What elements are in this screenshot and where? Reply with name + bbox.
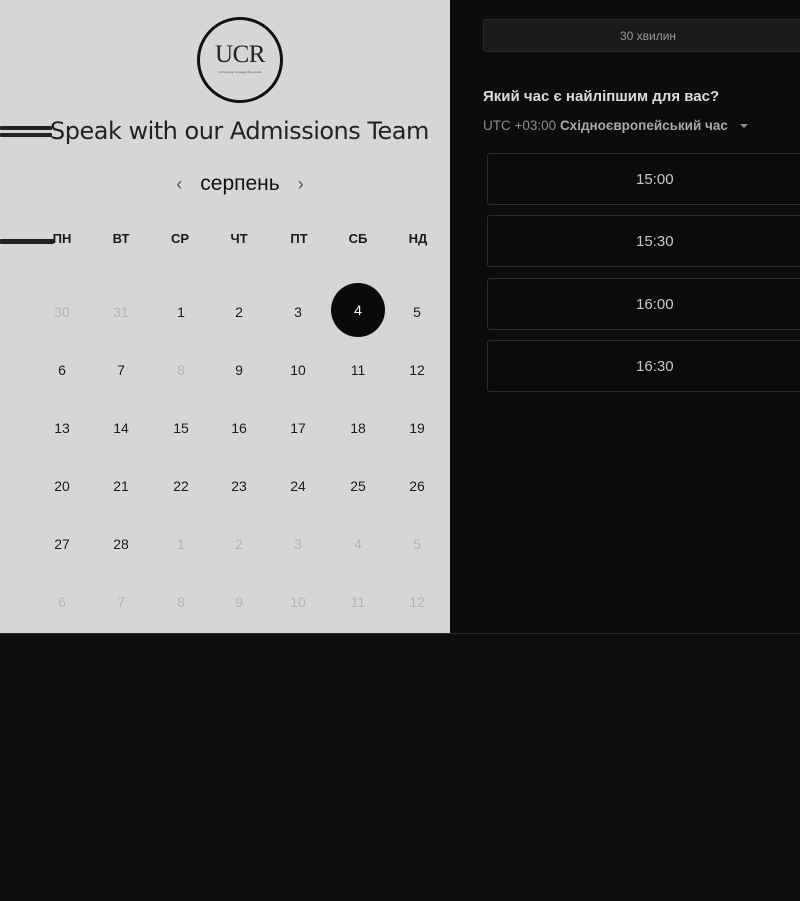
calendar-day: 8 <box>177 362 185 378</box>
calendar-day[interactable]: 21 <box>94 459 148 513</box>
page-title: Speak with our Admissions Team <box>50 117 429 145</box>
calendar-day: 1 <box>177 536 185 552</box>
calendar-day[interactable]: 18 <box>331 401 385 455</box>
calendar-day: 2 <box>235 536 243 552</box>
calendar-day: 12 <box>409 594 425 610</box>
calendar-day[interactable]: 12 <box>390 343 444 397</box>
weekday-thu: ЧТ <box>230 231 248 246</box>
calendar-day[interactable]: 24 <box>271 459 325 513</box>
calendar-day[interactable]: 28 <box>94 517 148 571</box>
calendar-day[interactable]: 2 <box>212 285 266 339</box>
calendar-day[interactable]: 23 <box>212 459 266 513</box>
timezone-name: Східноєвропейський час <box>559 118 728 133</box>
time-question-heading: Який час є найліпшим для вас? <box>483 88 720 105</box>
calendar-day[interactable]: 10 <box>271 343 325 397</box>
calendar-day: 11 <box>350 594 366 610</box>
calendar-day[interactable]: 17 <box>271 401 325 455</box>
calendar-day[interactable]: 3 <box>271 285 325 339</box>
calendar-day: 5 <box>413 536 421 552</box>
weekday-sat: СБ <box>348 231 368 246</box>
duration-selector[interactable]: 30 хвилин <box>483 19 800 52</box>
calendar-day: 30 <box>54 304 70 320</box>
calendar-day[interactable]: 5 <box>390 285 444 339</box>
empty-backdrop <box>0 633 800 901</box>
calendar-day[interactable]: 26 <box>390 459 444 513</box>
weekday-wed: СР <box>170 231 190 246</box>
time-slot-button[interactable]: 15:00 <box>487 153 800 205</box>
calendar-panel: UCR University College Riverside Speak w… <box>0 0 450 633</box>
calendar-day[interactable]: 27 <box>35 517 89 571</box>
calendar-day[interactable]: 9 <box>212 343 266 397</box>
time-selection-panel: 30 хвилин Який час є найліпшим для вас? … <box>450 0 800 633</box>
calendar-day[interactable]: 14 <box>94 401 148 455</box>
logo-subtitle: University College Riverside <box>218 70 262 74</box>
calendar-day: 4 <box>354 536 362 552</box>
calendar-day[interactable]: 13 <box>35 401 89 455</box>
title-decoration-bar <box>0 126 52 130</box>
calendar-day: 10 <box>290 594 306 610</box>
time-slot-button[interactable]: 15:30 <box>487 215 800 267</box>
logo-text: UCR <box>215 41 265 68</box>
calendar-day[interactable]: 15 <box>154 401 208 455</box>
ucr-logo: UCR University College Riverside <box>197 17 283 103</box>
calendar-day: 3 <box>294 536 302 552</box>
calendar-day[interactable]: 6 <box>35 343 89 397</box>
title-decoration-bar <box>0 133 52 137</box>
calendar-day: 9 <box>235 594 243 610</box>
weekday-sun: НД <box>408 231 428 246</box>
time-slot-button[interactable]: 16:00 <box>487 278 800 330</box>
weekday-fri: ПТ <box>290 231 308 246</box>
calendar-day[interactable]: 16 <box>212 401 266 455</box>
calendar-day: 6 <box>58 594 66 610</box>
timezone-offset: UTC +03:00 <box>483 118 557 133</box>
calendar-day[interactable]: 25 <box>331 459 385 513</box>
calendar-day: 8 <box>177 594 185 610</box>
next-month-icon[interactable]: › <box>288 174 314 195</box>
weekday-tue: ВТ <box>112 231 130 246</box>
calendar-day[interactable]: 19 <box>390 401 444 455</box>
calendar-day: 7 <box>117 594 125 610</box>
time-slot-button[interactable]: 16:30 <box>487 340 800 392</box>
caret-down-icon <box>739 124 748 129</box>
month-navigation: ‹ серпень › <box>160 167 320 201</box>
calendar-day: 31 <box>113 304 129 320</box>
calendar-day[interactable]: 11 <box>331 343 385 397</box>
month-label: серпень <box>200 172 280 195</box>
calendar-day[interactable]: 22 <box>154 459 208 513</box>
weekday-mon: ПН <box>52 231 72 246</box>
calendar-day-selected[interactable]: 4 <box>331 283 385 337</box>
prev-month-icon[interactable]: ‹ <box>166 174 192 195</box>
calendar-day[interactable]: 7 <box>94 343 148 397</box>
calendar-day[interactable]: 1 <box>154 285 208 339</box>
timezone-selector[interactable]: UTC +03:00 Східноєвропейський час <box>483 118 793 133</box>
calendar-day[interactable]: 20 <box>35 459 89 513</box>
